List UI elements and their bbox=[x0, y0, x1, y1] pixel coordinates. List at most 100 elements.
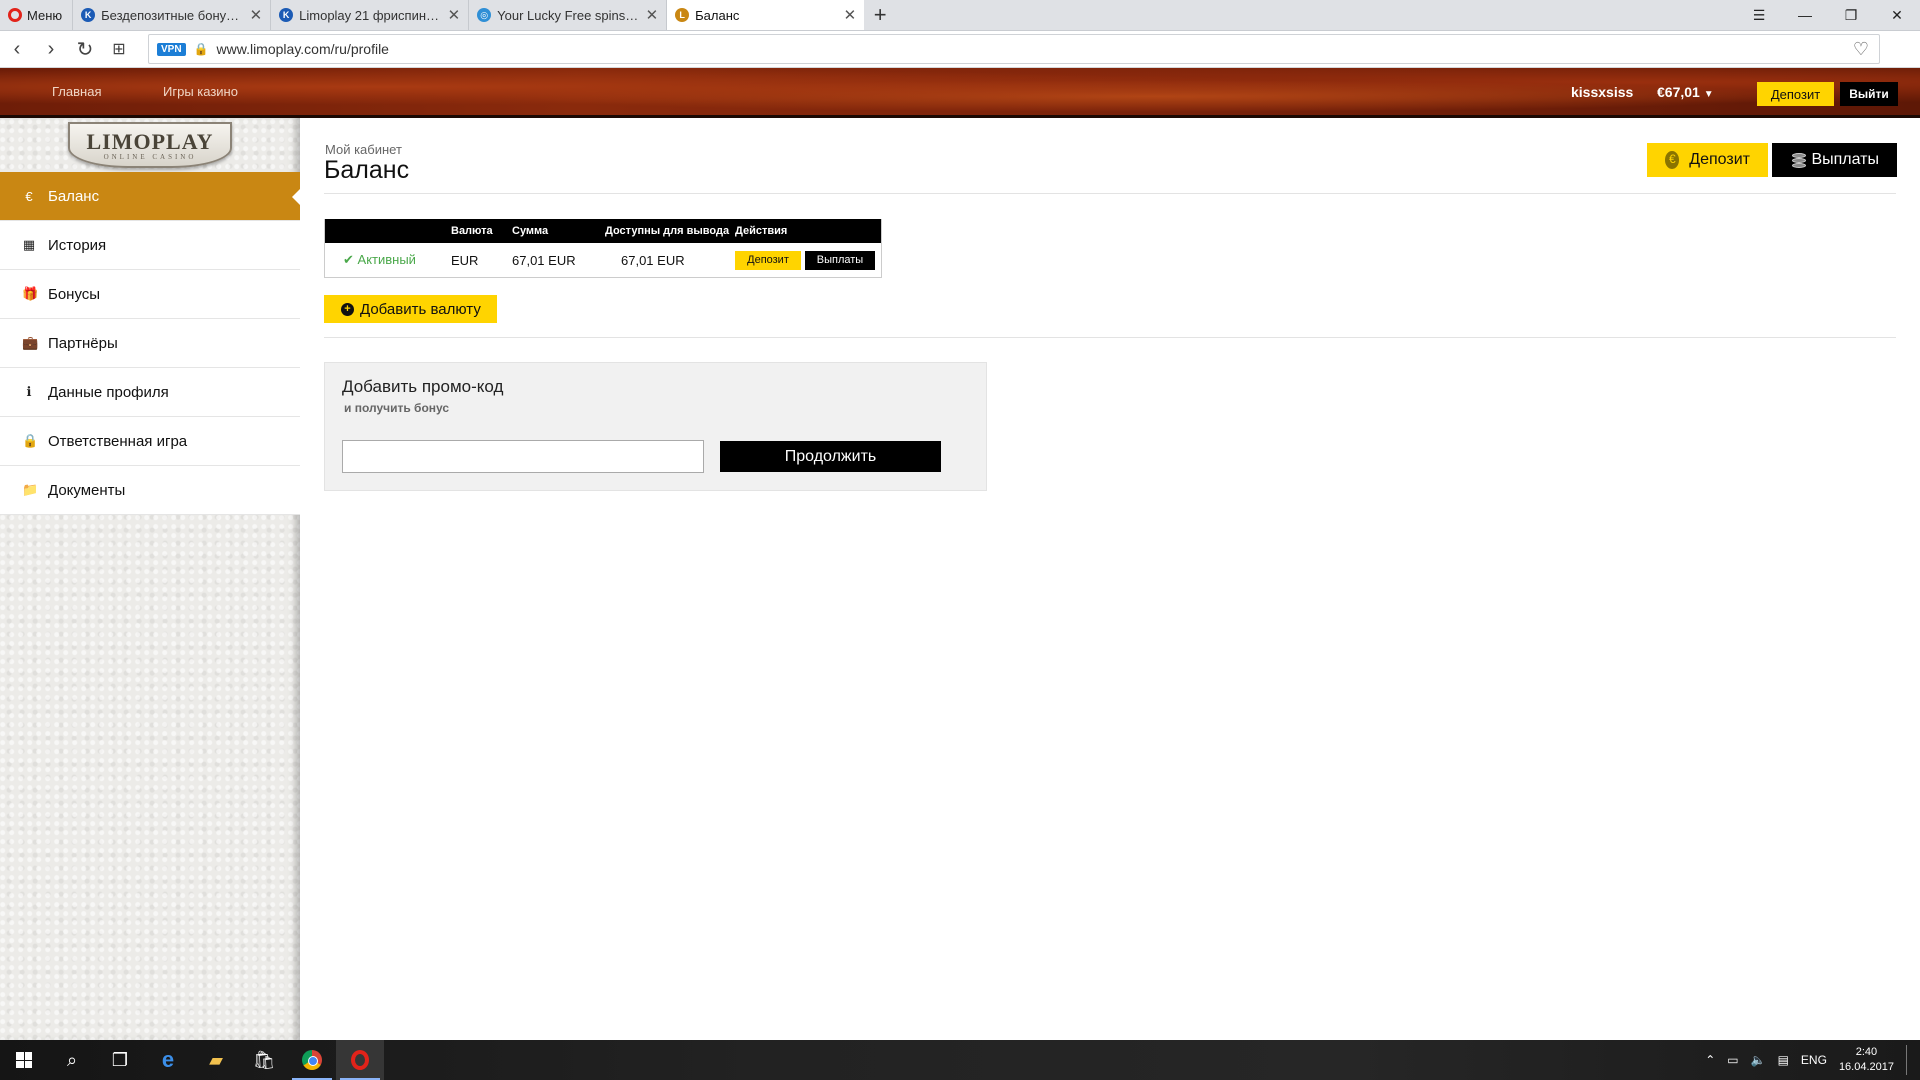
nav-casino-games-link[interactable]: Игры казино bbox=[163, 84, 238, 99]
actions-cell: Депозит Выплаты bbox=[735, 250, 881, 270]
speed-dial-grid-icon[interactable]: ⊞ bbox=[102, 39, 136, 59]
table-header-cell: Валюта bbox=[451, 225, 493, 237]
checkmark-icon: ✔ bbox=[343, 252, 354, 267]
task-view-icon[interactable]: ❐ bbox=[96, 1040, 144, 1080]
opera-browser-icon[interactable] bbox=[336, 1040, 384, 1080]
tab-favicon-icon: ◎ bbox=[477, 8, 492, 22]
sidebar-item-label: Ответственная игра bbox=[48, 432, 188, 450]
logo-sub-text: ONLINE CASINO bbox=[103, 153, 197, 161]
breadcrumb[interactable]: Мой кабинет bbox=[325, 142, 402, 157]
promo-code-input[interactable] bbox=[342, 440, 704, 473]
header-balance-dropdown[interactable]: €67,01 ▼ bbox=[1657, 84, 1714, 100]
file-explorer-folder-icon[interactable]: ▰ bbox=[192, 1040, 240, 1080]
tab-close-icon[interactable]: ✕ bbox=[646, 6, 659, 24]
table-header-cell: Сумма bbox=[512, 225, 549, 237]
sidebar-item-balance[interactable]: € Баланс bbox=[0, 172, 300, 221]
status-cell: ✔ Активный bbox=[325, 252, 447, 268]
action-center-icon[interactable] bbox=[1906, 1045, 1910, 1075]
browser-tab-4-active[interactable]: L Баланс ✕ bbox=[666, 0, 865, 30]
clock-date: 16.04.2017 bbox=[1838, 1061, 1894, 1073]
url-field[interactable]: VPN 🔒 www.limoplay.com/ru/profile ♡ bbox=[148, 34, 1880, 64]
sidebar-item-partners[interactable]: 💼 Партнёры bbox=[0, 319, 300, 368]
volume-icon[interactable]: 🔈 bbox=[1751, 1053, 1766, 1067]
nav-home-link[interactable]: Главная bbox=[52, 84, 101, 99]
site-header: Главная Игры казино kissxsiss €67,01 ▼ Д… bbox=[0, 68, 1920, 118]
clock[interactable]: 2:40 16.04.2017 bbox=[1839, 1045, 1894, 1075]
windows-logo-icon bbox=[16, 1052, 32, 1068]
row-deposit-button[interactable]: Депозит bbox=[735, 250, 801, 270]
tab-title: Limoplay 21 фриспин без bbox=[299, 7, 442, 23]
add-currency-button[interactable]: + Добавить валюту bbox=[324, 295, 497, 323]
sidebar-item-history[interactable]: ▦ История bbox=[0, 221, 300, 270]
search-icon[interactable]: ⌕ bbox=[48, 1040, 96, 1080]
browser-tab-2[interactable]: K Limoplay 21 фриспин без ✕ bbox=[270, 0, 468, 30]
header-balance-value: €67,01 bbox=[1657, 83, 1700, 100]
header-deposit-button[interactable]: Депозит bbox=[1757, 82, 1834, 106]
balance-table: Валюта Сумма Доступны для вывода Действи… bbox=[324, 219, 882, 278]
amount-cell: 67,01 EUR bbox=[512, 252, 576, 268]
sidebar-item-documents[interactable]: 📁 Документы bbox=[0, 466, 300, 515]
sidebar-item-profile-data[interactable]: ℹ Данные профиля bbox=[0, 368, 300, 417]
close-window-icon[interactable]: ✕ bbox=[1874, 7, 1920, 24]
url-text[interactable]: www.limoplay.com/ru/profile bbox=[217, 41, 389, 57]
limoplay-logo[interactable]: LIMOPLAY ONLINE CASINO bbox=[68, 122, 232, 168]
table-header: Валюта Сумма Доступны для вывода Действи… bbox=[325, 219, 881, 243]
start-windows-icon[interactable] bbox=[0, 1040, 48, 1080]
reload-icon[interactable]: ↻ bbox=[68, 37, 102, 62]
browser-menu-label: Меню bbox=[27, 7, 63, 23]
opera-logo-icon bbox=[351, 1050, 369, 1070]
row-payouts-button[interactable]: Выплаты bbox=[805, 250, 875, 270]
payouts-button[interactable]: Выплаты bbox=[1772, 143, 1897, 177]
tray-chevron-up-icon[interactable]: ⌃ bbox=[1705, 1053, 1715, 1067]
network-icon[interactable]: ▭ bbox=[1727, 1053, 1738, 1067]
header-username[interactable]: kissxsiss bbox=[1571, 84, 1633, 100]
add-currency-label: Добавить валюту bbox=[360, 300, 481, 318]
table-header-cell: Доступны для вывода bbox=[605, 225, 730, 237]
tab-favicon-icon: K bbox=[81, 8, 96, 22]
browser-tab-3[interactable]: ◎ Your Lucky Free spins are ✕ bbox=[468, 0, 666, 30]
deposit-button[interactable]: Депозит bbox=[1647, 143, 1768, 177]
store-bag-icon[interactable]: 🛍 bbox=[240, 1040, 288, 1080]
sidebar-item-label: Баланс bbox=[48, 187, 100, 205]
chrome-browser-icon[interactable] bbox=[288, 1040, 336, 1080]
sidebar-item-label: Бонусы bbox=[48, 285, 101, 303]
notifications-icon[interactable]: ▤ bbox=[1778, 1053, 1789, 1067]
calendar-icon: ▦ bbox=[22, 237, 36, 252]
browser-menu-button[interactable]: Меню bbox=[0, 0, 72, 30]
sidebar-item-label: Партнёры bbox=[48, 334, 118, 352]
info-icon: ℹ bbox=[26, 384, 32, 399]
tab-close-icon[interactable]: ✕ bbox=[844, 6, 857, 24]
secure-lock-icon[interactable]: 🔒 bbox=[194, 42, 209, 56]
sidebar-item-bonuses[interactable]: 🎁 Бонусы bbox=[0, 270, 300, 319]
vpn-badge[interactable]: VPN bbox=[157, 42, 186, 56]
tab-title: Баланс bbox=[695, 7, 740, 23]
tab-menu-icon[interactable]: ☰ bbox=[1736, 7, 1782, 24]
clock-time: 2:40 bbox=[1855, 1046, 1878, 1058]
forward-arrow-icon[interactable]: › bbox=[34, 38, 68, 61]
opera-logo-icon bbox=[8, 8, 22, 22]
window-controls: ☰ — ❐ ✕ bbox=[1736, 0, 1920, 30]
edge-browser-icon[interactable]: e bbox=[144, 1040, 192, 1080]
payouts-button-label: Выплаты bbox=[1811, 151, 1879, 168]
back-arrow-icon[interactable]: ‹ bbox=[0, 38, 34, 61]
tab-favicon-icon: L bbox=[675, 8, 690, 22]
language-indicator[interactable]: ENG bbox=[1801, 1053, 1827, 1067]
briefcase-icon: 💼 bbox=[22, 335, 39, 350]
page-title: Баланс bbox=[324, 156, 410, 184]
tab-close-icon[interactable]: ✕ bbox=[448, 6, 461, 24]
promo-subtitle: и получить бонус bbox=[344, 401, 450, 415]
browser-tab-1[interactable]: K Бездепозитные бонусы о ✕ bbox=[72, 0, 270, 30]
sidebar-menu: € Баланс ▦ История 🎁 Бонусы 💼 Партнёры ℹ… bbox=[0, 172, 300, 515]
new-tab-plus-icon[interactable]: + bbox=[864, 0, 896, 30]
minimize-icon[interactable]: — bbox=[1782, 7, 1828, 23]
divider bbox=[324, 337, 1896, 338]
coins-stack-icon bbox=[1790, 151, 1806, 169]
header-logout-button[interactable]: Выйти bbox=[1840, 82, 1898, 106]
sidebar-item-responsible-gaming[interactable]: 🔒 Ответственная игра bbox=[0, 417, 300, 466]
plus-circle-icon: + bbox=[341, 302, 354, 316]
bookmark-heart-icon[interactable]: ♡ bbox=[1853, 39, 1869, 60]
restore-icon[interactable]: ❐ bbox=[1828, 7, 1874, 24]
promo-title: Добавить промо-код bbox=[342, 377, 504, 396]
tab-close-icon[interactable]: ✕ bbox=[250, 6, 263, 24]
promo-continue-button[interactable]: Продолжить bbox=[720, 441, 941, 472]
